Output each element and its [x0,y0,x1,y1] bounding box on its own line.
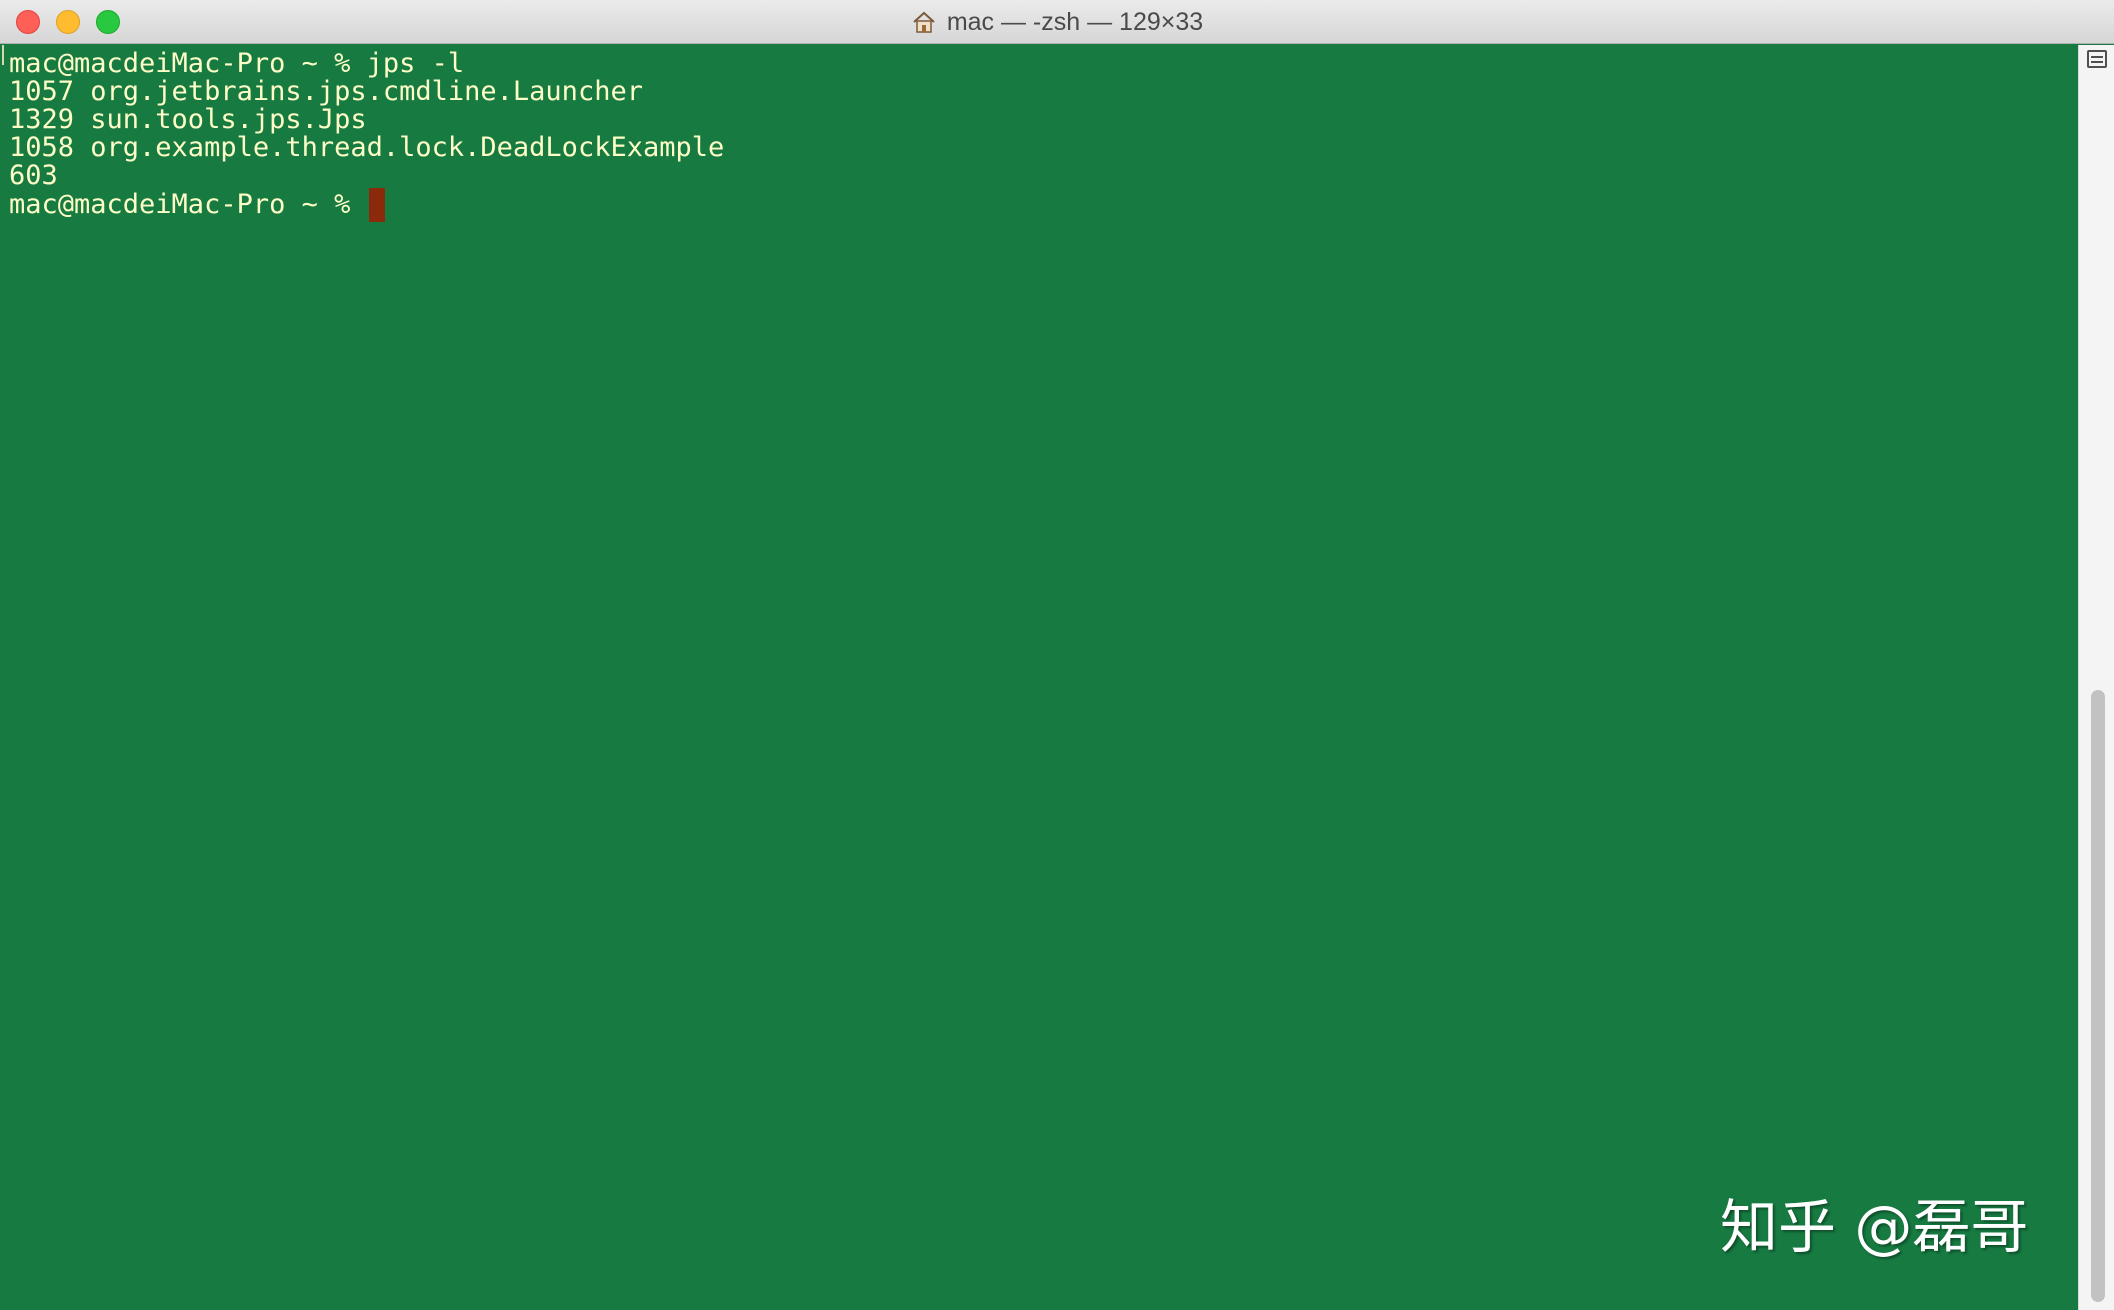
split-pane-icon[interactable] [2087,50,2107,68]
text-cursor [368,188,385,222]
home-icon [911,9,937,35]
watermark: 知乎 @磊哥 [1720,1193,2029,1261]
window-title: mac — -zsh — 129×33 [946,7,1204,36]
scrollbar-thumb[interactable] [2091,690,2105,1302]
terminal-content[interactable]: mac@macdeiMac-Pro ~ % jps -l 1057 org.je… [0,45,2078,1310]
prompt-text: mac@macdeiMac-Pro ~ % [9,189,367,220]
line-marker [2,45,8,65]
terminal-window: mac — -zsh — 129×33 mac@macdeiMac-Pro ~ … [0,0,2114,1310]
terminal-line: 1058 org.example.thread.lock.DeadLockExa… [9,132,725,163]
title-bar[interactable]: mac — -zsh — 129×33 [0,0,2114,44]
window-title-container: mac — -zsh — 129×33 [0,0,2114,44]
prompt-line: mac@macdeiMac-Pro ~ % [9,187,385,223]
